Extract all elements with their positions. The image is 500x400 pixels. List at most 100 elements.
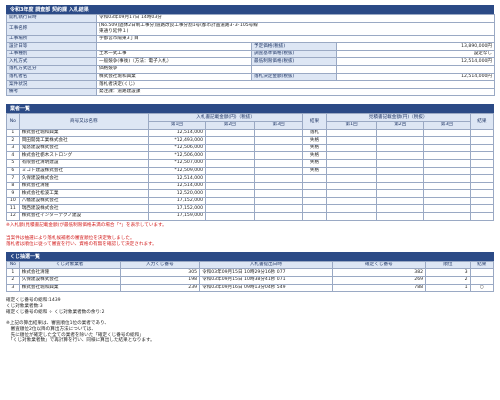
info-label: 落札者名 <box>6 72 97 82</box>
lottery-order: 2 <box>425 276 471 285</box>
info-value-2: 12,514,000円 <box>335 57 496 66</box>
bidder-round3 <box>253 166 304 176</box>
bidder-result2 <box>469 181 495 191</box>
bidder-no: 4 <box>6 151 20 160</box>
bidder-result2 <box>469 196 495 206</box>
info-value: 落札者決定(くじ) <box>95 80 496 89</box>
bidder-round2 <box>205 128 255 138</box>
bidder-row: 11 瑞西建設株式会社 17,152,000 <box>6 204 495 214</box>
bidder-round2 <box>205 212 255 221</box>
lottery-number: 239 <box>119 283 201 293</box>
info-label: 開札執行日時 <box>6 14 97 23</box>
bidder-name: 株式会社清隆 <box>18 181 149 191</box>
bidder-no: 6 <box>6 166 20 176</box>
bidder-no: 8 <box>6 181 20 191</box>
info-row: 工事名称 [No.509]過休2日制工事分]道路改良工事分割1号(都市計画道路3･… <box>6 21 496 36</box>
bidder-est-round3 <box>423 189 471 198</box>
col-name: 商号又は名称 <box>18 113 149 130</box>
bidder-est-round3 <box>423 174 471 183</box>
bidder-round1: *12,507,000 <box>147 158 207 168</box>
bidder-round3 <box>253 181 304 191</box>
bidder-name: 株式会社堀和興業 <box>18 128 149 138</box>
bidder-row: 9 株式会社松波工業 12,520,000 <box>6 189 495 198</box>
bidder-row: 1 株式会社堀和興業 12,514,000 落札 <box>6 128 495 138</box>
bidder-row: 12 株式会社インターテクノ建設 17,159,000 <box>6 212 495 221</box>
info-label-2 <box>251 64 337 74</box>
bidder-result2 <box>469 204 495 214</box>
lottery-no: 1 <box>6 268 20 278</box>
bidder-round3 <box>253 128 304 138</box>
info-label: 工事場所 <box>6 34 97 44</box>
bidder-round1: 12,514,000 <box>147 174 207 183</box>
lottery-notice-line2: 落札者は順位に従って審査を行い、資格の有無を確認して決定されます。 <box>6 242 157 248</box>
bidder-row: 8 株式会社清隆 12,514,000 <box>6 181 495 191</box>
info-value: 宇都宮市陽東3丁目 <box>95 34 496 44</box>
info-label: 落札方式区分 <box>6 64 97 74</box>
bidder-result <box>302 181 327 191</box>
info-row: 工事場所 宇都宮市陽東3丁目 <box>6 34 496 44</box>
lot-col-final: 確定くじ番号 <box>331 260 427 270</box>
bidder-round2 <box>205 204 255 214</box>
info-row: 工事種別 土木一式工事 調査基準価格(税抜) 設定なし <box>6 49 496 59</box>
bidder-est-round2 <box>376 174 425 183</box>
bidder-est-round3 <box>423 181 471 191</box>
bidder-round1: *12,493,000 <box>147 136 207 145</box>
lot-col-name: くじ対象業者 <box>18 260 121 270</box>
lot-col-datetime: 入札書提出日時 <box>199 260 333 270</box>
bidder-no: 3 <box>6 143 20 153</box>
lot-col-number: 入力くじ番号 <box>119 260 201 270</box>
bidder-est-round3 <box>423 212 471 221</box>
bidder-round2 <box>205 174 255 183</box>
bidder-est-round3 <box>423 158 471 168</box>
bidder-no: 5 <box>6 158 20 168</box>
bidders-note: ※入札額(見積書記載金額)が最低制限価格未満の場合「*」を表示しています。 <box>6 222 167 228</box>
lottery-section-title: くじ抽選一覧 <box>6 251 494 261</box>
bidder-est-round2 <box>376 196 425 206</box>
col-estimate-group: 見積書記載金額(円)（税抜） <box>325 113 471 122</box>
bidder-est-round1 <box>325 196 378 206</box>
lottery-name: 株式会社堀和興業 <box>18 283 121 293</box>
bidders-table: No 商号又は名称 入札書記載金額(円)（税抜） 結果 見積書記載金額(円)（税… <box>6 113 495 221</box>
lot-col-order: 順位 <box>425 260 471 270</box>
lottery-row: 2 久保建設株式会社 198 令和03年09月15日 10時38分41秒 071 269… <box>6 276 495 285</box>
info-value: 一般競争(事後)（方法：電子入札） <box>96 57 252 66</box>
bidder-no: 11 <box>6 204 20 214</box>
bidder-est-round2 <box>376 151 425 160</box>
bidder-result: 失格 <box>302 151 327 160</box>
bidder-round1: 17,152,000 <box>147 204 207 214</box>
bidder-round3 <box>253 174 304 183</box>
bidder-est-round3 <box>423 128 471 138</box>
bidder-result2 <box>469 174 495 183</box>
lottery-final: 788 <box>331 283 427 293</box>
bidder-est-round2 <box>376 212 425 221</box>
bidder-round2 <box>205 181 255 191</box>
info-row: 開札執行日時 令和03年09月17日 14時03分 <box>6 14 496 23</box>
bidder-round1: 12,514,000 <box>147 128 207 138</box>
info-label: 工事名称 <box>6 21 97 36</box>
info-value: 発注課：道路建設課 <box>95 87 496 97</box>
lottery-no: 2 <box>6 276 20 285</box>
col-round1: 第1回 <box>147 120 207 130</box>
lottery-name: 久保建設株式会社 <box>18 276 121 285</box>
bidder-est-round2 <box>376 128 425 138</box>
bidder-round2 <box>205 143 255 153</box>
info-label-2: 最低制限価格(税抜) <box>251 57 337 66</box>
bidders-section-title: 業者一覧 <box>6 104 494 114</box>
bidder-est-round3 <box>423 151 471 160</box>
bidder-name: 株式会社栃木ストロング <box>18 151 149 160</box>
bidder-round1: 17,152,000 <box>147 196 207 206</box>
info-value: 株式会社堀和興業 <box>96 72 252 82</box>
bidder-est-round2 <box>376 204 425 214</box>
bidder-est-round1 <box>325 136 378 145</box>
info-label-2: 予定価格(税抜) <box>251 42 337 51</box>
lottery-order: 3 <box>425 268 471 278</box>
bidder-row: 5 有限会社清明建設 *12,507,000 失格 <box>6 158 495 168</box>
bidder-est-round1 <box>325 204 378 214</box>
bidder-est-round2 <box>376 158 425 168</box>
bidder-est-round2 <box>376 181 425 191</box>
info-row: 落札方式区分 価格競争 <box>6 64 496 74</box>
lottery-row: 3 株式会社堀和興業 239 令和03年09月16日 09時13分04秒 549 788… <box>6 283 495 293</box>
bidder-result <box>302 174 327 183</box>
col-est-round1: 第1回 <box>325 120 378 130</box>
bidder-row: 4 株式会社栃木ストロング *12,506,000 失格 <box>6 151 495 160</box>
